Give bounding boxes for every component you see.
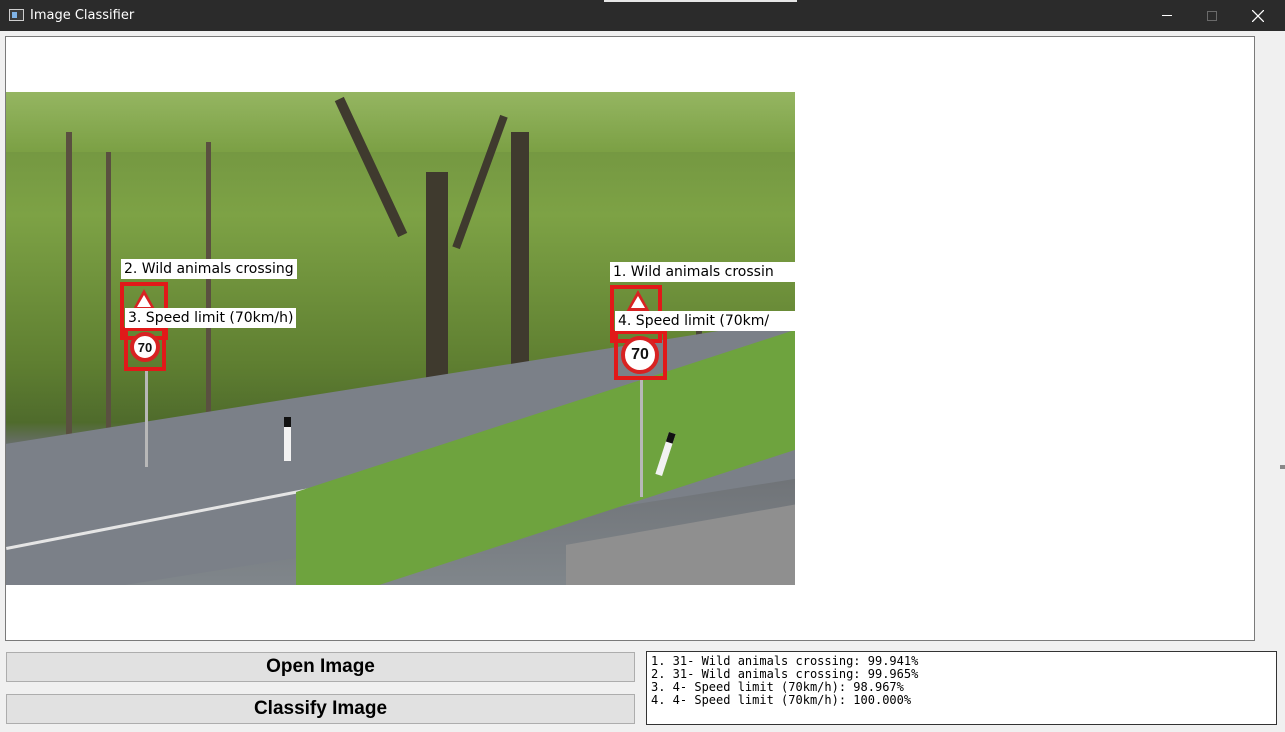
- road-scene-photo: 70 70 2. Wild animals crossing 3. Speed …: [6, 92, 795, 585]
- resize-grip[interactable]: [1280, 465, 1285, 469]
- window-title: Image Classifier: [30, 8, 135, 23]
- results-textbox[interactable]: 1. 31- Wild animals crossing: 99.941% 2.…: [646, 651, 1277, 725]
- result-line: 4. 4- Speed limit (70km/h): 100.000%: [651, 693, 912, 707]
- open-image-button[interactable]: Open Image: [6, 652, 635, 682]
- speed-sign-text: 70: [137, 339, 153, 355]
- title-bar: Image Classifier: [0, 0, 1285, 31]
- app-window-icon: [9, 9, 24, 21]
- detection-label: 1. Wild animals crossin: [610, 262, 795, 282]
- close-icon: [1252, 9, 1264, 22]
- title-bar-accent: [604, 0, 797, 2]
- image-canvas: 70 70 2. Wild animals crossing 3. Speed …: [5, 36, 1255, 641]
- minimize-icon: [1162, 15, 1172, 16]
- minimize-button[interactable]: [1144, 0, 1190, 31]
- speed-sign: 70: [130, 332, 160, 362]
- detection-label: 3. Speed limit (70km/h): [125, 308, 297, 328]
- detection-label: 4. Speed limit (70km/: [615, 311, 795, 331]
- maximize-button[interactable]: [1189, 0, 1235, 31]
- speed-sign-text: 70: [631, 346, 649, 363]
- close-button[interactable]: [1235, 0, 1281, 31]
- maximize-icon: [1207, 10, 1217, 21]
- classify-image-button[interactable]: Classify Image: [6, 694, 635, 724]
- speed-sign: 70: [621, 336, 659, 374]
- detection-label: 2. Wild animals crossing: [121, 259, 297, 279]
